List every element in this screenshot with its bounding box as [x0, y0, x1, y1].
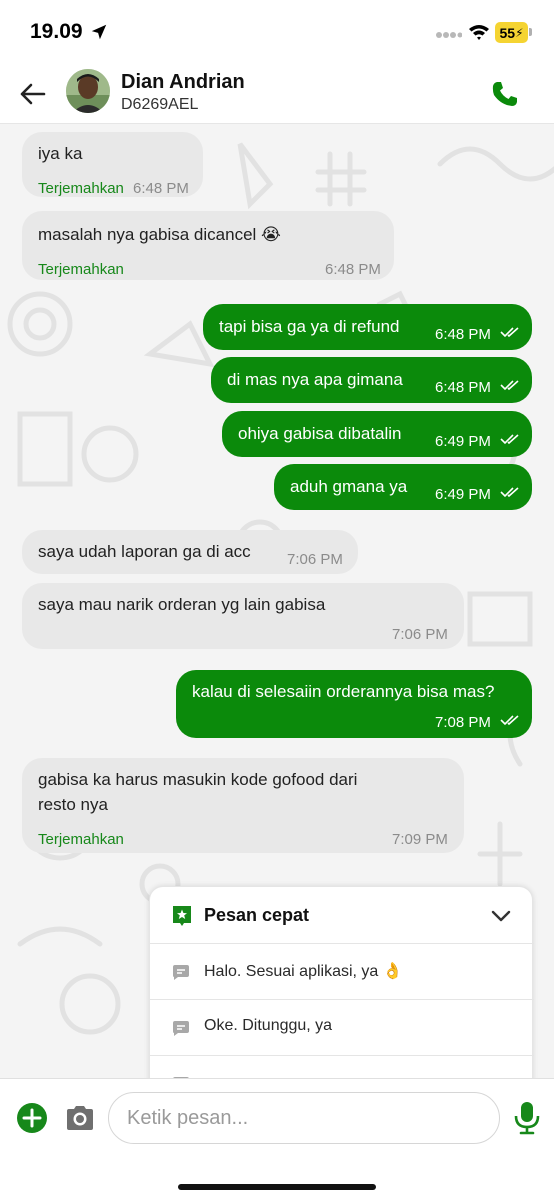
read-ticks-icon: [500, 380, 519, 391]
message-time: 6:48 PM: [435, 326, 491, 343]
chat-area[interactable]: iya ka Terjemahkan 6:48 PM masalah nya g…: [0, 124, 554, 1078]
read-ticks-icon: [500, 327, 519, 338]
quick-message-text: Oke. Ditunggu, ya: [204, 1017, 333, 1034]
read-ticks-icon: [500, 434, 519, 445]
quick-message-header[interactable]: Pesan cepat: [150, 887, 534, 944]
message-time: 7:06 PM: [392, 626, 448, 643]
quick-message-item-partial[interactable]: [150, 1056, 534, 1078]
avatar[interactable]: [66, 69, 110, 113]
contact-name[interactable]: Dian Andrian: [121, 71, 245, 94]
quick-message-panel: Pesan cepat Halo. Sesuai aplikasi, ya 👌 …: [149, 886, 534, 1078]
quick-message-text: Halo. Sesuai aplikasi, ya 👌: [204, 963, 403, 980]
message-text: masalah nya gabisa dicancel 😭: [38, 225, 281, 244]
camera-icon[interactable]: [64, 1104, 96, 1132]
contact-id: D6269AEL: [121, 96, 199, 113]
add-icon[interactable]: [16, 1102, 48, 1134]
message-bubble-outgoing[interactable]: kalau di selesaiin orderannya bisa mas? …: [176, 670, 532, 738]
wifi-icon: [469, 25, 489, 40]
message-text: tapi bisa ga ya di refund: [219, 317, 400, 336]
read-ticks-icon: [500, 715, 519, 726]
home-indicator: [178, 1184, 376, 1190]
message-bubble-incoming[interactable]: gabisa ka harus masukin kode gofood dari…: [22, 758, 464, 853]
message-bubble-incoming[interactable]: saya mau narik orderan yg lain gabisa 7:…: [22, 583, 464, 649]
quick-message-item[interactable]: Halo. Sesuai aplikasi, ya 👌: [150, 944, 534, 1000]
message-bubble-outgoing[interactable]: di mas nya apa gimana 6:48 PM: [211, 357, 532, 403]
battery-cap: [529, 28, 532, 36]
message-text: ohiya gabisa dibatalin: [238, 424, 402, 443]
message-text: di mas nya apa gimana: [227, 370, 403, 389]
translate-link[interactable]: Terjemahkan: [38, 258, 124, 282]
battery-level: 55: [499, 24, 516, 41]
message-bubble-incoming[interactable]: iya ka Terjemahkan 6:48 PM: [22, 132, 203, 197]
message-text: iya ka: [38, 144, 83, 163]
quick-message-title: Pesan cepat: [204, 905, 310, 925]
location-arrow-icon: [91, 24, 107, 40]
quick-message-item[interactable]: Oke. Ditunggu, ya: [150, 1000, 534, 1056]
chevron-down-icon[interactable]: [490, 905, 512, 927]
message-bubble-incoming[interactable]: masalah nya gabisa dicancel 😭 Terjemahka…: [22, 211, 394, 280]
message-time: 6:49 PM: [435, 486, 491, 503]
status-time: 19.09: [30, 20, 83, 43]
message-icon: [173, 965, 189, 980]
phone-icon[interactable]: [488, 77, 522, 111]
message-time: 6:49 PM: [435, 433, 491, 450]
message-input[interactable]: [108, 1092, 500, 1144]
message-time: 7:09 PM: [392, 831, 448, 848]
message-time: 6:48 PM: [325, 261, 381, 278]
input-bar: [0, 1078, 554, 1200]
message-icon: [173, 1021, 189, 1036]
message-time: 6:48 PM: [435, 379, 491, 396]
message-time: 7:06 PM: [287, 551, 343, 568]
message-text: aduh gmana ya: [290, 477, 408, 496]
message-time: 6:48 PM: [133, 180, 189, 197]
battery-charging-icon: 55 ⚡: [495, 22, 528, 43]
read-ticks-icon: [500, 487, 519, 498]
message-bubble-outgoing[interactable]: tapi bisa ga ya di refund 6:48 PM: [203, 304, 532, 350]
status-bar: 19.09 55 ⚡: [0, 0, 554, 64]
message-bubble-incoming[interactable]: saya udah laporan ga di acc 7:06 PM: [22, 530, 358, 574]
translate-link[interactable]: Terjemahkan: [38, 828, 124, 852]
message-text-line-2: resto nya: [38, 795, 108, 814]
message-time: 7:08 PM: [435, 714, 491, 731]
message-text: kalau di selesaiin orderannya bisa mas?: [192, 682, 495, 701]
signal-icon: [436, 32, 462, 38]
message-text: saya udah laporan ga di acc: [38, 542, 251, 561]
message-bubble-outgoing[interactable]: aduh gmana ya 6:49 PM: [274, 464, 532, 510]
avatar-photo: [66, 69, 110, 113]
message-text-line-1: gabisa ka harus masukin kode gofood dari: [38, 770, 358, 789]
translate-link[interactable]: Terjemahkan: [38, 177, 124, 201]
message-bubble-outgoing[interactable]: ohiya gabisa dibatalin 6:49 PM: [222, 411, 532, 457]
chat-header: Dian Andrian D6269AEL: [0, 64, 554, 124]
star-badge-icon: [173, 906, 191, 926]
microphone-icon[interactable]: [512, 1100, 542, 1136]
message-text: saya mau narik orderan yg lain gabisa: [38, 595, 326, 614]
back-arrow-icon[interactable]: [14, 76, 50, 112]
